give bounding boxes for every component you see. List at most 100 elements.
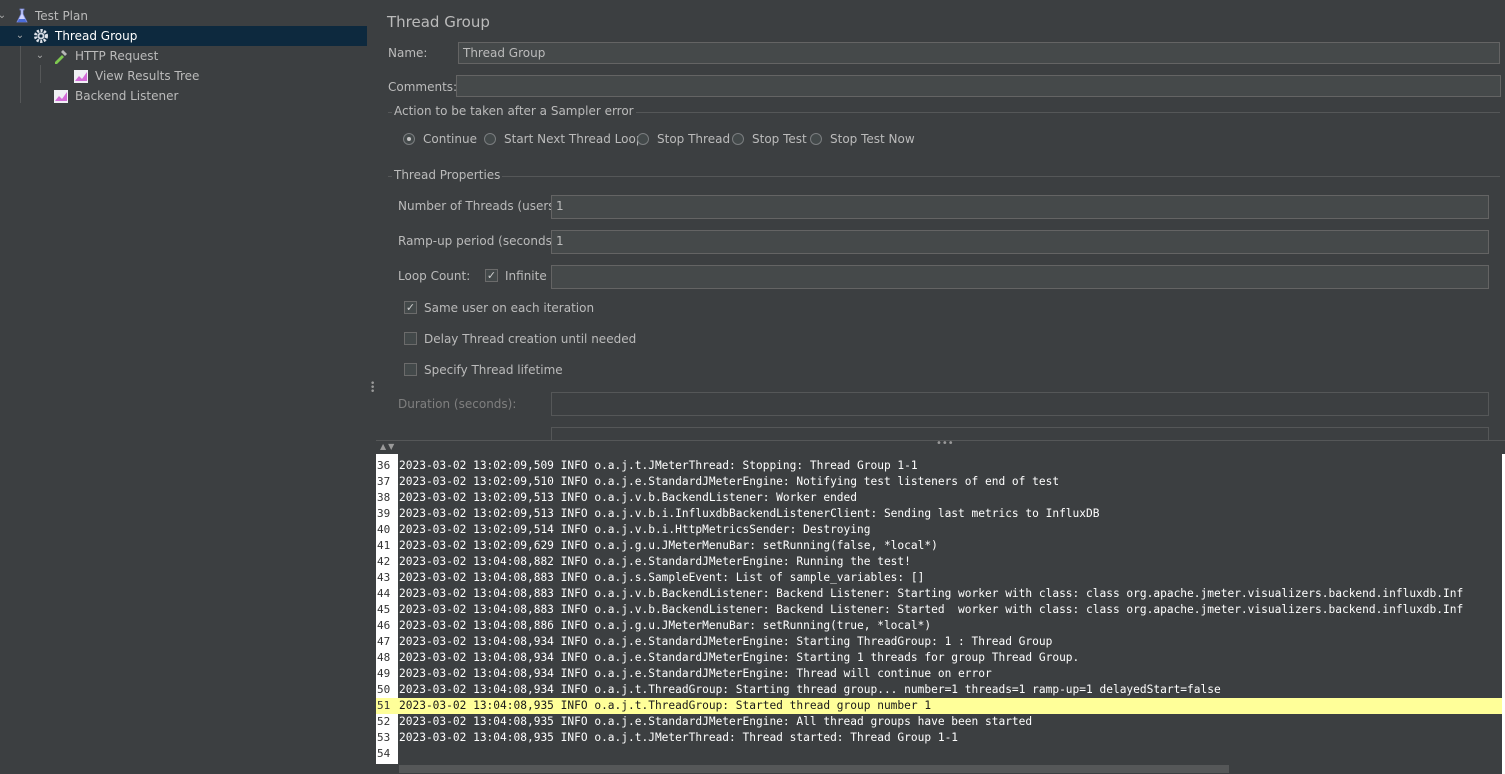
- same-user-label[interactable]: Same user on each iteration: [424, 301, 594, 315]
- flask-icon: [16, 8, 28, 23]
- tree-item-thread-group[interactable]: ⌄ Thread Group: [0, 26, 367, 46]
- log-text: 2023-03-02 13:02:09,509 INFO o.a.j.t.JMe…: [399, 459, 918, 472]
- line-number: 41: [377, 539, 391, 552]
- chevron-down-icon[interactable]: ⌄: [0, 6, 8, 26]
- tree-item-label: Backend Listener: [75, 89, 179, 103]
- log-line: 52 2023-03-02 13:04:08,935 INFO o.a.j.e.S…: [376, 714, 1503, 730]
- line-number: 50: [377, 683, 391, 696]
- line-number: 43: [377, 571, 391, 584]
- thread-properties-group-title: Thread Properties: [392, 168, 503, 182]
- line-number: 38: [377, 491, 391, 504]
- collapse-arrows-icon[interactable]: ▲▼: [380, 442, 396, 451]
- log-viewer[interactable]: 36 2023-03-02 13:02:09,509 INFO o.a.j.t.J…: [376, 454, 1503, 764]
- log-text: 2023-03-02 13:04:08,883 INFO o.a.j.v.b.B…: [399, 587, 1464, 600]
- radio-stop-test-label[interactable]: Stop Test: [752, 132, 807, 146]
- line-number: 39: [377, 507, 391, 520]
- horizontal-scrollbar[interactable]: [376, 764, 1503, 774]
- rampup-field[interactable]: 1: [551, 230, 1489, 254]
- tree-item-http-request[interactable]: ⌄ HTTP Request: [0, 46, 367, 66]
- comments-field[interactable]: [456, 75, 1501, 97]
- splitter-grip-icon[interactable]: • • •: [370, 380, 375, 397]
- line-number: 45: [377, 603, 391, 616]
- thread-group-panel: Thread Group Name: Thread Group Comments…: [376, 0, 1505, 440]
- line-number: 52: [377, 715, 391, 728]
- line-number: 49: [377, 667, 391, 680]
- line-number: 48: [377, 651, 391, 664]
- radio-stop-test-now[interactable]: [810, 133, 822, 145]
- comments-label: Comments:: [388, 80, 458, 94]
- log-text: 2023-03-02 13:02:09,513 INFO o.a.j.v.b.i…: [399, 507, 1100, 520]
- vertical-splitter[interactable]: • • •: [367, 0, 376, 774]
- line-number: 44: [377, 587, 391, 600]
- line-number: 42: [377, 555, 391, 568]
- infinite-label[interactable]: Infinite: [505, 269, 547, 283]
- scrollbar-thumb[interactable]: [399, 765, 1229, 773]
- log-line: 51 2023-03-02 13:04:08,935 INFO o.a.j.t.T…: [376, 698, 1503, 714]
- radio-continue-label[interactable]: Continue: [423, 132, 477, 146]
- duration-field: [551, 392, 1489, 416]
- tree-item-backend-listener[interactable]: Backend Listener: [0, 86, 367, 106]
- radio-continue[interactable]: [403, 133, 415, 145]
- log-panel-divider[interactable]: ▲▼ •••: [376, 438, 1505, 455]
- radio-start-next-thread-loop[interactable]: [484, 133, 496, 145]
- log-text: 2023-03-02 13:04:08,882 INFO o.a.j.e.Sta…: [399, 555, 911, 568]
- log-line: 39 2023-03-02 13:02:09,513 INFO o.a.j.v.b…: [376, 506, 1503, 522]
- line-number: 47: [377, 635, 391, 648]
- drag-handle-icon[interactable]: •••: [936, 438, 954, 449]
- log-text: 2023-03-02 13:04:08,935 INFO o.a.j.t.Thr…: [399, 699, 932, 712]
- log-line: 48 2023-03-02 13:04:08,934 INFO o.a.j.e.S…: [376, 650, 1503, 666]
- startup-delay-field: [551, 427, 1489, 440]
- line-number: 40: [377, 523, 391, 536]
- chevron-down-icon[interactable]: ⌄: [14, 26, 26, 46]
- log-line: 36 2023-03-02 13:02:09,509 INFO o.a.j.t.J…: [376, 458, 1503, 474]
- thread-lifetime-checkbox[interactable]: [404, 363, 417, 376]
- log-line: 54: [376, 746, 1503, 762]
- line-number: 37: [377, 475, 391, 488]
- same-user-checkbox[interactable]: ✓: [404, 301, 417, 314]
- radio-start-next-thread-loop-label[interactable]: Start Next Thread Loop: [504, 132, 643, 146]
- chevron-down-icon[interactable]: ⌄: [34, 46, 46, 66]
- log-line: 40 2023-03-02 13:02:09,514 INFO o.a.j.v.b…: [376, 522, 1503, 538]
- log-line: 37 2023-03-02 13:02:09,510 INFO o.a.j.e.S…: [376, 474, 1503, 490]
- duration-label: Duration (seconds):: [398, 397, 517, 411]
- chart-icon: [74, 70, 88, 83]
- log-text: 2023-03-02 13:04:08,934 INFO o.a.j.e.Sta…: [399, 651, 1080, 664]
- log-line: 44 2023-03-02 13:04:08,883 INFO o.a.j.v.b…: [376, 586, 1503, 602]
- log-line: 46 2023-03-02 13:04:08,886 INFO o.a.j.g.u…: [376, 618, 1503, 634]
- log-text: 2023-03-02 13:04:08,886 INFO o.a.j.g.u.J…: [399, 619, 932, 632]
- line-number: 54: [377, 747, 391, 760]
- test-plan-tree: ⌄ Test Plan ⌄ Thread Group ⌄ HTTP Reques…: [0, 0, 368, 774]
- page-title: Thread Group: [387, 13, 490, 31]
- log-text: 2023-03-02 13:04:08,935 INFO o.a.j.t.JMe…: [399, 731, 959, 744]
- thread-lifetime-label[interactable]: Specify Thread lifetime: [424, 363, 563, 377]
- radio-stop-test[interactable]: [732, 133, 744, 145]
- log-line: 38 2023-03-02 13:02:09,513 INFO o.a.j.v.b…: [376, 490, 1503, 506]
- radio-stop-thread-label[interactable]: Stop Thread: [657, 132, 730, 146]
- name-field[interactable]: Thread Group: [458, 42, 1500, 64]
- group-border: [388, 176, 1500, 177]
- loop-count-field[interactable]: [551, 265, 1489, 289]
- log-text: 2023-03-02 13:02:09,513 INFO o.a.j.v.b.B…: [399, 491, 858, 504]
- delay-thread-checkbox[interactable]: [404, 332, 417, 345]
- gear-icon: [34, 29, 48, 43]
- log-line: 49 2023-03-02 13:04:08,934 INFO o.a.j.e.S…: [376, 666, 1503, 682]
- log-line: 45 2023-03-02 13:04:08,883 INFO o.a.j.v.b…: [376, 602, 1503, 618]
- tree-item-view-results-tree[interactable]: View Results Tree: [0, 66, 367, 86]
- tree-item-label: HTTP Request: [75, 49, 159, 63]
- tree-item-test-plan[interactable]: ⌄ Test Plan: [0, 6, 367, 26]
- log-text: 2023-03-02 13:02:09,514 INFO o.a.j.v.b.i…: [399, 523, 871, 536]
- tree-item-label: Test Plan: [35, 9, 88, 23]
- log-text: 2023-03-02 13:04:08,934 INFO o.a.j.t.Thr…: [399, 683, 1221, 696]
- sampler-error-group-title: Action to be taken after a Sampler error: [392, 104, 636, 118]
- radio-stop-thread[interactable]: [637, 133, 649, 145]
- threads-field[interactable]: 1: [551, 195, 1489, 219]
- log-text: 2023-03-02 13:02:09,510 INFO o.a.j.e.Sta…: [399, 475, 1060, 488]
- log-line: 50 2023-03-02 13:04:08,934 INFO o.a.j.t.T…: [376, 682, 1503, 698]
- line-number: 51: [377, 699, 391, 712]
- radio-stop-test-now-label[interactable]: Stop Test Now: [830, 132, 915, 146]
- name-label: Name:: [388, 46, 428, 60]
- log-text: 2023-03-02 13:02:09,629 INFO o.a.j.g.u.J…: [399, 539, 938, 552]
- delay-thread-label[interactable]: Delay Thread creation until needed: [424, 332, 636, 346]
- infinite-checkbox[interactable]: ✓: [485, 269, 498, 282]
- threads-label: Number of Threads (users):: [398, 199, 564, 213]
